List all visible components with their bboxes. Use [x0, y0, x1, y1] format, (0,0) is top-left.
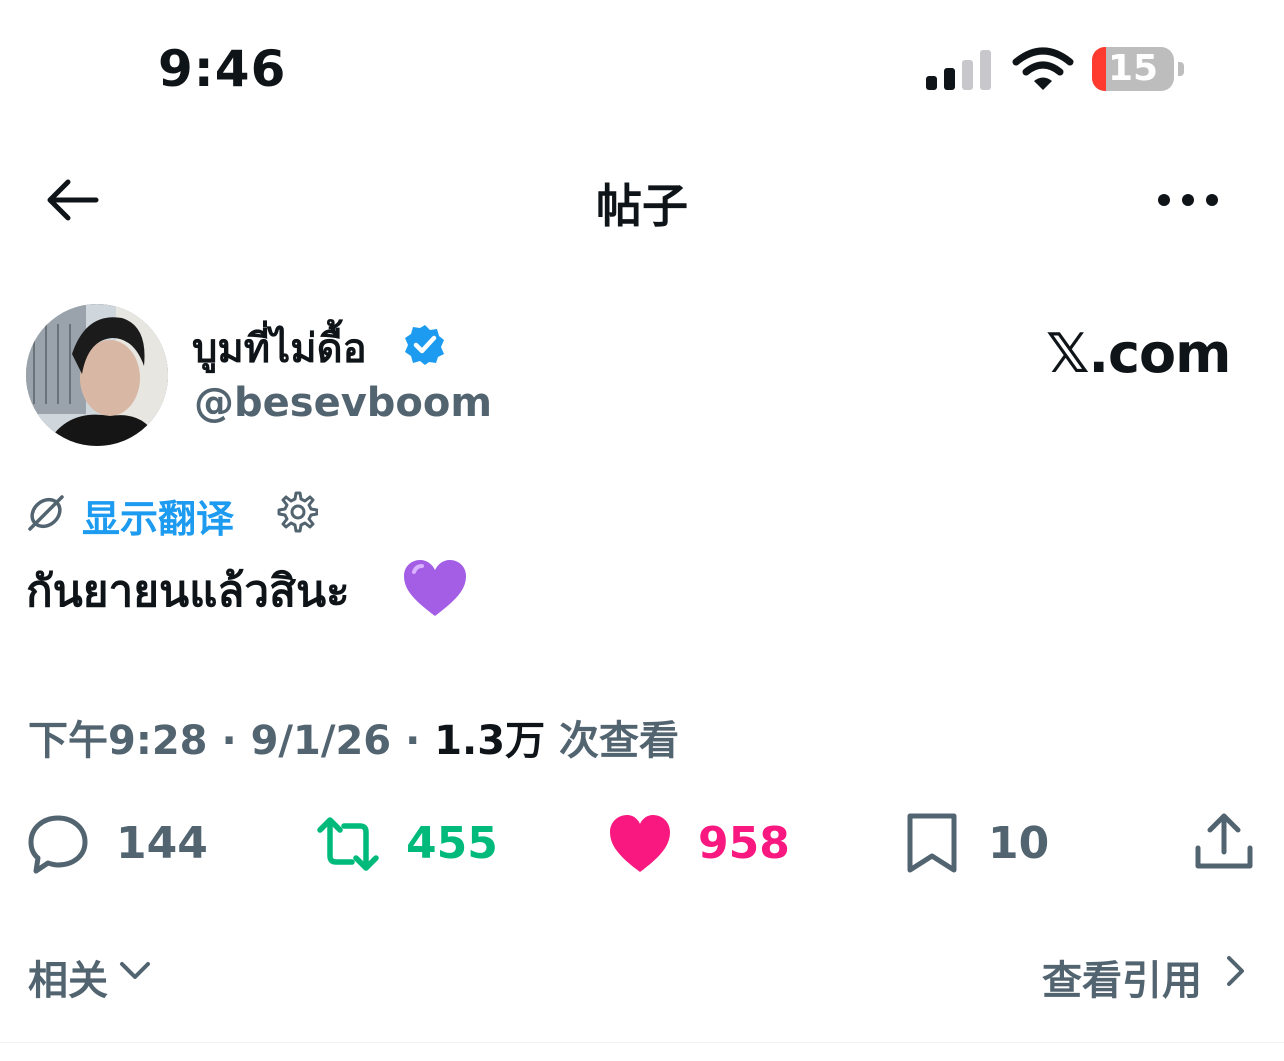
translate-globe-icon: [28, 495, 64, 531]
avatar[interactable]: [26, 304, 168, 446]
like-count[interactable]: 958: [698, 818, 790, 869]
x-com-watermark: 𝕏.com: [1046, 322, 1231, 385]
share-icon[interactable]: [1192, 810, 1256, 874]
battery-level: 15: [1107, 48, 1159, 89]
post-time: 下午9:28: [28, 718, 208, 764]
related-dropdown[interactable]: 相关: [28, 948, 108, 1006]
purple-heart-emoji-icon: [404, 560, 466, 616]
post-text: กันยายนแล้วสินะ: [26, 566, 350, 617]
author-name[interactable]: บูมที่ไม่ดื้อ: [192, 316, 367, 380]
reply-count[interactable]: 144: [116, 818, 208, 869]
gear-icon[interactable]: [274, 490, 318, 534]
chevron-right-icon[interactable]: [1224, 954, 1246, 988]
repost-count[interactable]: 455: [406, 818, 498, 869]
author-handle[interactable]: @besevboom: [194, 380, 492, 426]
show-translation-link[interactable]: 显示翻译: [82, 488, 234, 543]
divider: [0, 1042, 1284, 1043]
views-label: 次查看: [559, 718, 679, 764]
cellular-signal-icon: [926, 50, 992, 90]
battery-indicator: 15: [1092, 47, 1174, 91]
bookmark-count[interactable]: 10: [988, 818, 1049, 869]
post-date: 9/1/26: [250, 718, 392, 764]
chevron-down-icon[interactable]: [118, 958, 152, 984]
page-title: 帖子: [596, 179, 688, 233]
bookmark-icon[interactable]: [900, 812, 964, 876]
avatar-photo: [26, 304, 168, 446]
meta-separator: ·: [221, 718, 237, 764]
verified-badge-icon: [405, 325, 444, 365]
repost-icon[interactable]: [316, 812, 380, 876]
view-quotes-link[interactable]: 查看引用: [1042, 948, 1202, 1006]
battery-tip: [1178, 62, 1184, 76]
more-options-icon[interactable]: [1158, 190, 1218, 210]
wifi-icon: [1012, 47, 1074, 90]
like-heart-icon[interactable]: [608, 812, 672, 876]
views-count: 1.3万: [434, 718, 546, 764]
reply-icon[interactable]: [26, 812, 90, 876]
status-time: 9:46: [158, 40, 287, 98]
meta-separator: ·: [405, 718, 421, 764]
post-meta: 下午9:28 · 9/1/26 · 1.3万 次查看: [28, 708, 679, 766]
